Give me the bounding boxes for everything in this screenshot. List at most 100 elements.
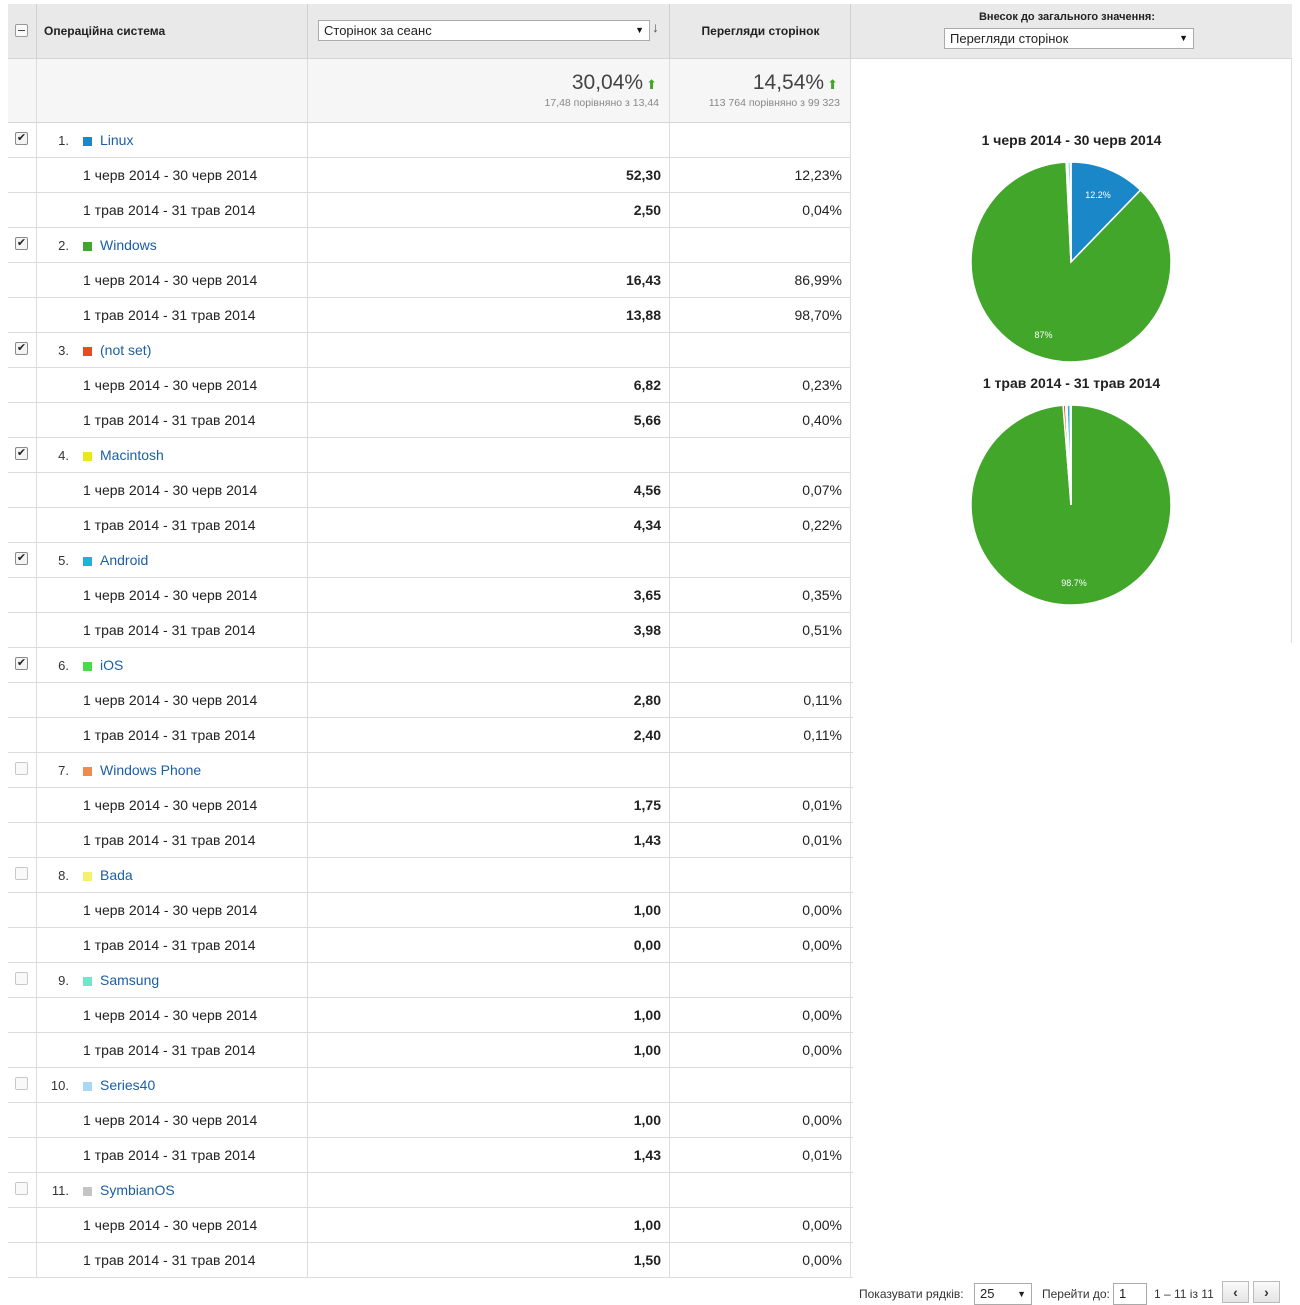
- row-select-cell: [8, 158, 37, 192]
- row-checkbox[interactable]: ✔: [15, 342, 28, 355]
- os-link[interactable]: Windows: [100, 237, 157, 253]
- metric2-total-value: 14,54%⬆: [753, 71, 838, 95]
- row-select-cell: [8, 613, 37, 647]
- row-checkbox[interactable]: [15, 867, 28, 880]
- table-row: 1 черв 2014 - 30 черв 20141,000,00%: [8, 998, 853, 1033]
- table-row-group: 8. Bada: [8, 858, 853, 893]
- pageviews-share-value: 0,01%: [802, 1147, 842, 1163]
- row-number: 4.: [47, 448, 69, 463]
- series-color-swatch: [83, 557, 92, 566]
- date-range-cell: 1 черв 2014 - 30 черв 2014: [37, 683, 308, 717]
- metric1-cell: 1,43: [308, 1138, 670, 1172]
- metric1-cell: 16,43: [308, 263, 670, 297]
- row-number: 5.: [47, 553, 69, 568]
- metric2-cell: [670, 438, 851, 472]
- os-link[interactable]: Macintosh: [100, 447, 164, 463]
- metric2-cell: 12,23%: [670, 158, 851, 192]
- os-link[interactable]: Bada: [100, 867, 133, 883]
- row-checkbox[interactable]: ✔: [15, 447, 28, 460]
- row-checkbox[interactable]: [15, 972, 28, 985]
- pages-per-session-value: 2,80: [634, 692, 661, 708]
- series-color-swatch: [83, 1187, 92, 1196]
- pageviews-share-value: 0,23%: [802, 377, 842, 393]
- date-range-label: 1 черв 2014 - 30 черв 2014: [83, 1112, 257, 1128]
- metric2-header[interactable]: Перегляди сторінок: [670, 4, 851, 59]
- row-select-cell: [8, 578, 37, 612]
- prev-page-button[interactable]: ‹: [1222, 1281, 1249, 1303]
- table-row: 1 трав 2014 - 31 трав 20142,500,04%: [8, 193, 851, 228]
- os-link[interactable]: SymbianOS: [100, 1182, 175, 1198]
- next-page-button[interactable]: ›: [1253, 1281, 1280, 1303]
- row-select-cell: [8, 508, 37, 542]
- goto-page-input[interactable]: 1: [1113, 1283, 1147, 1305]
- metric2-cell: 0,00%: [670, 928, 851, 962]
- table-row: 1 трав 2014 - 31 трав 20140,000,00%: [8, 928, 853, 963]
- pageviews-share-value: 0,00%: [802, 1217, 842, 1233]
- os-link[interactable]: Android: [100, 552, 148, 568]
- row-checkbox[interactable]: [15, 762, 28, 775]
- pie-chart-may: 98.7%: [851, 397, 1292, 617]
- row-select-cell: [8, 858, 37, 892]
- goto-page-value: 1: [1119, 1286, 1126, 1301]
- table-row-group: 9.Samsung: [8, 963, 853, 998]
- date-range-cell: 1 трав 2014 - 31 трав 2014: [37, 1138, 308, 1172]
- metric1-select[interactable]: Сторінок за сеанс ▼: [318, 20, 650, 41]
- os-link[interactable]: Windows Phone: [100, 762, 201, 778]
- date-range-cell: 1 черв 2014 - 30 черв 2014: [37, 788, 308, 822]
- os-link[interactable]: Series40: [100, 1077, 155, 1093]
- date-range-label: 1 трав 2014 - 31 трав 2014: [83, 727, 256, 743]
- table-row-group: 7.Windows Phone: [8, 753, 853, 788]
- pages-per-session-value: 4,34: [634, 517, 661, 533]
- metric2-cell: 0,00%: [670, 1033, 851, 1067]
- row-checkbox[interactable]: [15, 1077, 28, 1090]
- pageviews-share-value: 12,23%: [795, 167, 842, 183]
- pageviews-share-value: 0,11%: [803, 692, 842, 708]
- os-cell: 2.Windows: [37, 228, 308, 262]
- row-checkbox[interactable]: ✔: [15, 657, 28, 670]
- date-range-cell: 1 черв 2014 - 30 черв 2014: [37, 578, 308, 612]
- date-range-label: 1 черв 2014 - 30 черв 2014: [83, 902, 257, 918]
- date-range-label: 1 черв 2014 - 30 черв 2014: [83, 797, 257, 813]
- os-link[interactable]: iOS: [100, 657, 123, 673]
- date-range-cell: 1 черв 2014 - 30 черв 2014: [37, 368, 308, 402]
- metric2-cell: 0,00%: [670, 998, 851, 1032]
- row-number: 11.: [47, 1183, 69, 1198]
- os-link[interactable]: Linux: [100, 132, 133, 148]
- metric1-cell: 4,34: [308, 508, 670, 542]
- row-number: 8.: [47, 868, 69, 883]
- row-checkbox[interactable]: ✔: [15, 237, 28, 250]
- contribution-select[interactable]: Перегляди сторінок ▼: [944, 28, 1194, 49]
- rows-per-page-select[interactable]: 25 ▼: [974, 1283, 1032, 1305]
- pageviews-share-value: 0,00%: [802, 1042, 842, 1058]
- os-link[interactable]: (not set): [100, 342, 151, 358]
- row-checkbox[interactable]: ✔: [15, 552, 28, 565]
- pages-per-session-value: 0,00: [634, 937, 661, 953]
- metric2-cell: [670, 1068, 851, 1102]
- os-link[interactable]: Samsung: [100, 972, 159, 988]
- date-range-label: 1 черв 2014 - 30 черв 2014: [83, 692, 257, 708]
- metric2-cell: 0,04%: [670, 193, 851, 227]
- metric1-cell: 3,98: [308, 613, 670, 647]
- row-select-cell: [8, 403, 37, 437]
- row-select-cell: [8, 718, 37, 752]
- pageviews-share-value: 98,70%: [795, 307, 842, 323]
- date-range-label: 1 черв 2014 - 30 черв 2014: [83, 167, 257, 183]
- metric1-cell: 4,56: [308, 473, 670, 507]
- rows-per-page-label: Показувати рядків:: [859, 1287, 964, 1301]
- row-checkbox[interactable]: ✔: [15, 132, 28, 145]
- row-select-cell: [8, 1208, 37, 1242]
- sort-desc-icon[interactable]: ↓: [652, 19, 659, 35]
- metric2-cell: [670, 228, 851, 262]
- metric1-cell: [308, 858, 670, 892]
- pages-per-session-value: 3,65: [634, 587, 661, 603]
- date-range-label: 1 трав 2014 - 31 трав 2014: [83, 202, 256, 218]
- metric2-total-compare: 113 764 порівняно з 99 323: [709, 97, 840, 109]
- pages-per-session-value: 1,75: [634, 797, 661, 813]
- analytics-table-view: Операційна система Сторінок за сеанс ▼ ↓…: [0, 0, 1300, 1303]
- date-range-cell: 1 черв 2014 - 30 черв 2014: [37, 473, 308, 507]
- row-checkbox[interactable]: [15, 1182, 28, 1195]
- metric1-cell: 1,00: [308, 1208, 670, 1242]
- os-column-header[interactable]: Операційна система: [37, 4, 308, 59]
- collapse-all-checkbox[interactable]: [15, 24, 28, 37]
- goto-label: Перейти до:: [1042, 1287, 1110, 1301]
